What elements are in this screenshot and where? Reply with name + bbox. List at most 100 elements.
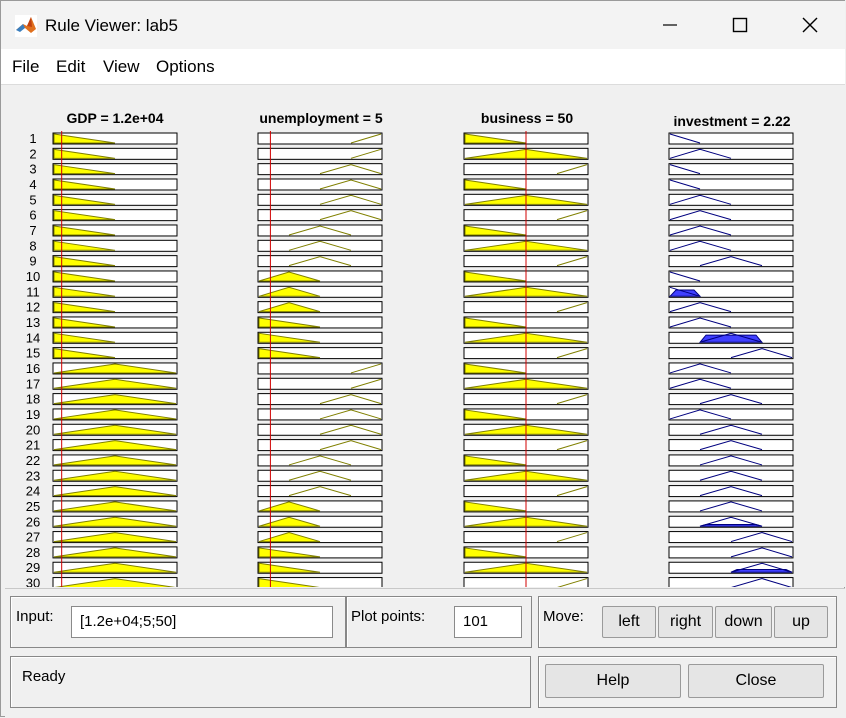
input-mf-cell [52,500,178,513]
input-mf-cell [257,561,383,574]
output-mf-cell [668,485,794,498]
input-mf-cell [257,255,383,268]
rule-number: 6 [29,208,36,223]
output-mf-cell [668,439,794,452]
output-mf-cell [668,147,794,160]
output-mf-cell [668,209,794,222]
input-mf-cell [52,224,178,237]
rule-number: 1 [29,131,36,146]
rule-number: 22 [26,453,40,468]
output-mf-cell [668,347,794,360]
output-mf-cell [668,408,794,421]
input-mf-cell [257,193,383,206]
rule-number: 11 [26,284,40,299]
maximize-icon [732,17,748,33]
input-mf-cell [257,239,383,252]
input-mf-cell [257,270,383,283]
move-right-button[interactable]: right [658,606,713,638]
rule-number: 17 [26,376,40,391]
output-mf-cell [668,546,794,559]
rule-number: 8 [29,238,36,253]
input-mf-cell [52,347,178,360]
control-panel: Input: [1.2e+04;5;50] Plot points: 101 M… [5,588,845,717]
input-mf-cell [257,147,383,160]
input-mf-cell [52,546,178,559]
output-mf-cell [668,270,794,283]
menu-edit[interactable]: Edit [56,57,85,77]
input-mf-cell [257,163,383,176]
input-mf-cell [257,316,383,329]
move-down-button[interactable]: down [715,606,772,638]
input-mf-cell [257,546,383,559]
rule-number: 24 [26,484,40,499]
input-mf-cell [52,193,178,206]
plot-points-field[interactable]: 101 [454,606,522,638]
rule-number: 18 [26,392,40,407]
input-mf-cell [257,178,383,191]
input-mf-cell [52,561,178,574]
output-mf-cell [668,132,794,145]
output-mf-cell [668,515,794,528]
output-mf-cell [668,469,794,482]
input-mf-cell [52,423,178,436]
help-close-panel: Help Close [538,656,837,708]
move-panel: Move: left right down up [538,596,837,648]
rule-number: 2 [29,146,36,161]
input-mf-cell [257,209,383,222]
matlab-icon [15,15,37,37]
rule-number: 26 [26,514,40,529]
rule-number: 9 [29,254,36,269]
menu-options[interactable]: Options [156,57,215,77]
menu-view[interactable]: View [103,57,140,77]
input-mf-cell [52,285,178,298]
move-up-button[interactable]: up [774,606,828,638]
output-mf-cell [668,331,794,344]
rule-number: 19 [26,407,40,422]
input-mf-cell [257,377,383,390]
rule-number: 20 [26,422,40,437]
input-mf-cell [52,178,178,191]
rule-number: 23 [26,468,40,483]
close-icon [802,17,818,33]
rule-number: 13 [26,315,40,330]
input-mf-cell [52,132,178,145]
input-mf-cell [52,377,178,390]
minimize-button[interactable] [647,7,693,43]
output-mf-cell [668,531,794,544]
column-title-1: unemployment = 5 [259,110,383,126]
column-title-2: business = 50 [481,110,573,126]
move-label: Move: [543,608,584,625]
help-button[interactable]: Help [545,664,681,698]
input-mf-cell [257,469,383,482]
close-window-button[interactable] [787,7,833,43]
input-mf-cell [257,393,383,406]
rule-number: 14 [26,330,40,345]
input-mf-cell [52,163,178,176]
menu-file[interactable]: File [12,57,39,77]
input-mf-cell [257,285,383,298]
rule-number: 3 [29,162,36,177]
input-mf-cell [257,500,383,513]
output-mf-cell [668,316,794,329]
input-mf-cell [52,270,178,283]
rule-number: 16 [26,361,40,376]
status-panel: Ready [10,656,531,708]
rule-number: 15 [26,346,40,361]
status-text: Ready [22,668,66,685]
input-mf-cell [257,224,383,237]
input-mf-cell [52,439,178,452]
output-mf-cell [668,239,794,252]
maximize-button[interactable] [717,7,763,43]
output-mf-cell [668,224,794,237]
input-mf-cell [257,362,383,375]
input-mf-cell [52,408,178,421]
close-button[interactable]: Close [688,664,824,698]
output-mf-cell [668,285,794,298]
rules-plot[interactable]: GDP = 1.2e+04 unemployment = 5 business = … [5,85,845,587]
output-mf-cell [668,393,794,406]
input-mf-cell [52,331,178,344]
move-left-button[interactable]: left [602,606,656,638]
input-mf-cell [52,393,178,406]
input-field[interactable]: [1.2e+04;5;50] [71,606,333,638]
output-mf-cell [668,454,794,467]
